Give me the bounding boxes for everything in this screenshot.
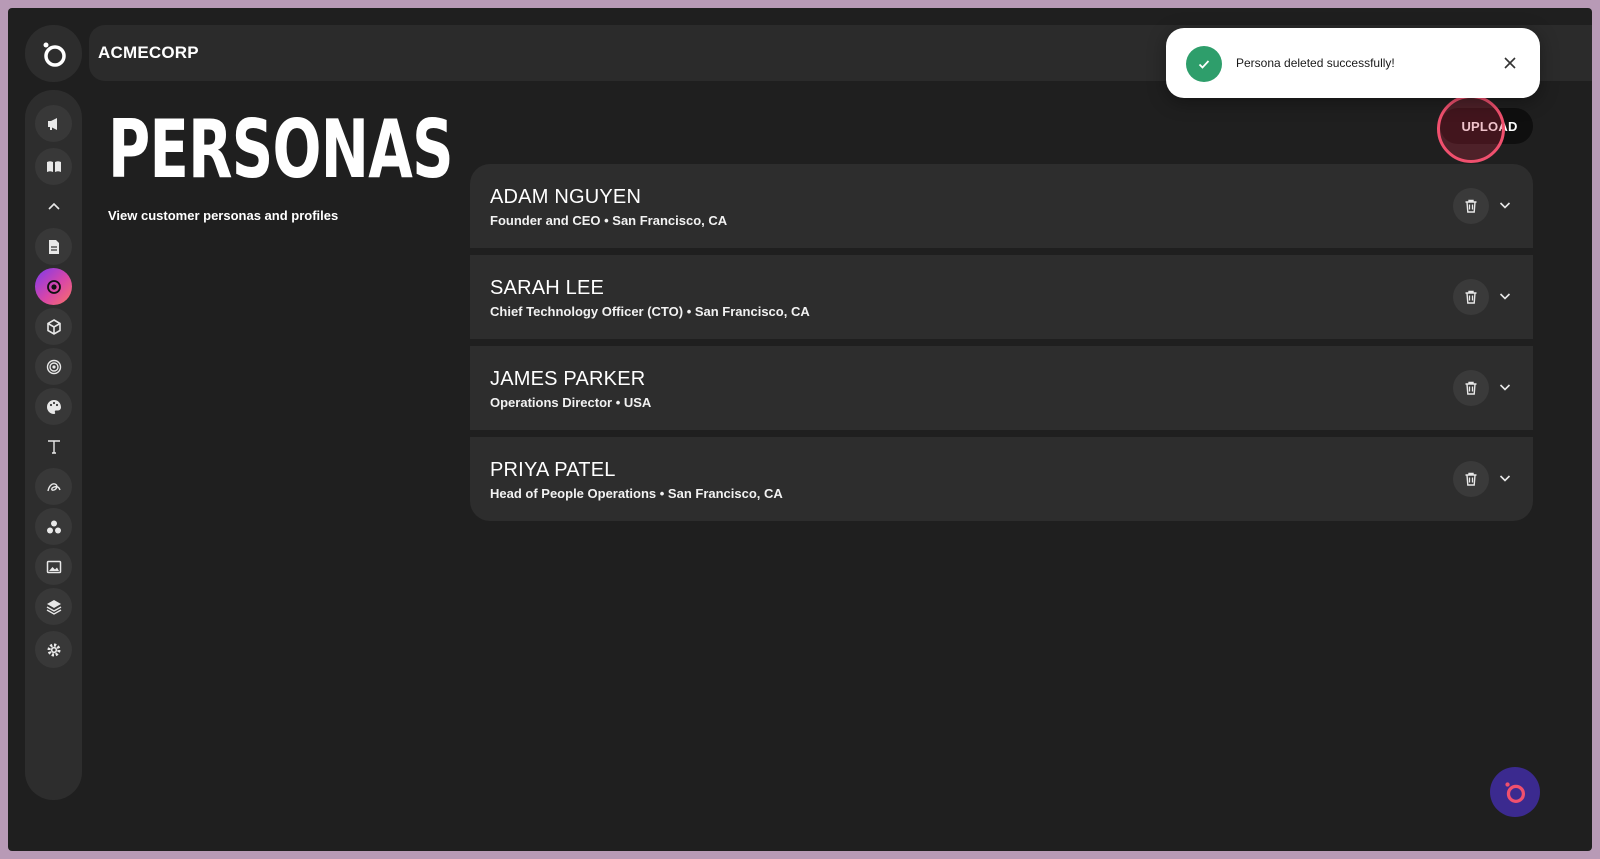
click-highlight bbox=[1437, 95, 1505, 163]
sidebar-item-signature[interactable] bbox=[35, 468, 72, 505]
sidebar-item-guides[interactable] bbox=[35, 148, 72, 185]
circles-icon bbox=[46, 520, 61, 533]
persona-name: PRIYA PATEL bbox=[490, 459, 616, 481]
persona-icon bbox=[46, 279, 61, 294]
close-icon[interactable] bbox=[1502, 55, 1518, 71]
sidebar-item-images[interactable] bbox=[35, 548, 72, 585]
sidebar-item-settings[interactable] bbox=[35, 631, 72, 668]
delete-persona-button[interactable] bbox=[1453, 188, 1489, 224]
persona-subtitle: Operations Director • USA bbox=[490, 395, 652, 410]
sidebar-item-personas[interactable] bbox=[35, 268, 72, 305]
trash-icon bbox=[1465, 472, 1477, 486]
persona-subtitle: Head of People Operations • San Francisc… bbox=[490, 486, 783, 501]
sidebar-item-colors[interactable] bbox=[35, 388, 72, 425]
sidebar-collapse-toggle[interactable] bbox=[35, 188, 72, 225]
document-icon bbox=[48, 239, 59, 254]
trash-icon bbox=[1465, 381, 1477, 395]
sidebar-item-products[interactable] bbox=[35, 308, 72, 345]
delete-persona-button[interactable] bbox=[1453, 370, 1489, 406]
brand-name: ACMECORP bbox=[98, 43, 199, 62]
trash-icon bbox=[1465, 199, 1477, 213]
persona-subtitle: Founder and CEO • San Francisco, CA bbox=[490, 213, 728, 228]
chevron-down-icon[interactable] bbox=[1497, 470, 1513, 486]
palette-icon bbox=[46, 399, 61, 414]
sidebar-item-campaigns[interactable] bbox=[35, 105, 72, 142]
layers-icon bbox=[46, 599, 61, 615]
image-icon bbox=[46, 560, 61, 573]
assistant-chat-button[interactable] bbox=[1490, 767, 1540, 817]
app-logo[interactable] bbox=[25, 25, 82, 82]
persona-row[interactable]: ADAM NGUYEN Founder and CEO • San Franci… bbox=[470, 164, 1533, 248]
sidebar-nav bbox=[25, 90, 82, 800]
megaphone-icon bbox=[47, 117, 57, 130]
book-icon bbox=[46, 160, 61, 172]
chevron-up-icon bbox=[47, 202, 60, 210]
sidebar-item-typography[interactable] bbox=[35, 428, 72, 465]
toast-message: Persona deleted successfully! bbox=[1236, 56, 1395, 70]
persona-name: ADAM NGUYEN bbox=[490, 186, 642, 208]
text-icon bbox=[47, 439, 60, 454]
sidebar-item-layers[interactable] bbox=[35, 588, 72, 625]
page-title: PERSONAS bbox=[108, 103, 454, 196]
page-subtitle: View customer personas and profiles bbox=[108, 208, 339, 223]
chevron-down-icon[interactable] bbox=[1497, 379, 1513, 395]
success-icon bbox=[1186, 46, 1222, 82]
persona-row[interactable]: JAMES PARKER Operations Director • USA bbox=[470, 346, 1533, 430]
persona-subtitle: Chief Technology Officer (CTO) • San Fra… bbox=[490, 304, 810, 319]
assistant-logo-icon bbox=[1505, 782, 1526, 803]
delete-persona-button[interactable] bbox=[1453, 461, 1489, 497]
sidebar-item-goals[interactable] bbox=[35, 348, 72, 385]
persona-row[interactable]: PRIYA PATEL Head of People Operations • … bbox=[470, 437, 1533, 521]
toast-notification: Persona deleted successfully! bbox=[1166, 28, 1540, 98]
chevron-down-icon[interactable] bbox=[1497, 288, 1513, 304]
sidebar-item-audiences[interactable] bbox=[35, 508, 72, 545]
persona-name: JAMES PARKER bbox=[490, 368, 646, 390]
sidebar-item-documents[interactable] bbox=[35, 228, 72, 265]
logo-icon bbox=[43, 42, 66, 67]
chevron-down-icon[interactable] bbox=[1497, 197, 1513, 213]
persona-name: SARAH LEE bbox=[490, 277, 605, 299]
target-icon bbox=[46, 359, 61, 374]
gear-icon bbox=[47, 643, 60, 656]
persona-row[interactable]: SARAH LEE Chief Technology Officer (CTO)… bbox=[470, 255, 1533, 339]
app-window: ACMECORP PERSONAS View customer personas… bbox=[8, 8, 1592, 851]
cube-icon bbox=[46, 318, 61, 335]
trash-icon bbox=[1465, 290, 1477, 304]
persona-list: ADAM NGUYEN Founder and CEO • San Franci… bbox=[470, 164, 1533, 521]
delete-persona-button[interactable] bbox=[1453, 279, 1489, 315]
signature-icon bbox=[46, 482, 61, 491]
